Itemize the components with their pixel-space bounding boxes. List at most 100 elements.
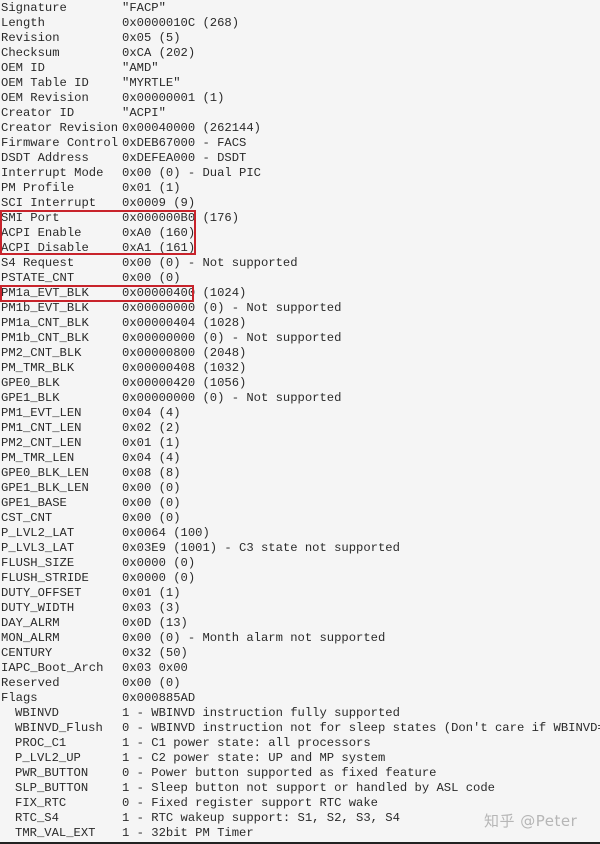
field-value: 0x03 (3) <box>122 601 181 615</box>
field-name: SMI Port <box>1 211 60 225</box>
field-name: Signature <box>1 1 67 15</box>
field-value: 0x00 (0) <box>122 481 181 495</box>
field-value: 0x03 0x00 <box>122 661 188 675</box>
field-value: "AMD" <box>122 61 159 75</box>
field-name: PM Profile <box>1 181 75 195</box>
field-value: 0x00000420 (1056) <box>122 376 247 390</box>
field-value: 0x03E9 (1001) - C3 state not supported <box>122 541 400 555</box>
table-row: Firmware Control 0xDEB67000 - FACS <box>1 136 600 151</box>
field-value: 0x00 (0) <box>122 511 181 525</box>
table-row: Length 0x0000010C (268) <box>1 16 600 31</box>
table-row: PM_TMR_LEN 0x04 (4) <box>1 451 600 466</box>
field-value: 0x0064 (100) <box>122 526 210 540</box>
field-value: 0x00000001 (1) <box>122 91 225 105</box>
field-name: CENTURY <box>1 646 53 660</box>
field-name: IAPC_Boot_Arch <box>1 661 104 675</box>
flag-name: PWR_BUTTON <box>15 766 89 780</box>
table-row: PM1a_CNT_BLK 0x00000404 (1028) <box>1 316 600 331</box>
field-value: 0x05 (5) <box>122 31 181 45</box>
field-name: Creator ID <box>1 106 75 120</box>
table-row: P_LVL2_LAT 0x0064 (100) <box>1 526 600 541</box>
field-name: DSDT Address <box>1 151 89 165</box>
field-name: GPE1_BASE <box>1 496 67 510</box>
field-value: 0x00000000 (0) - Not supported <box>122 331 342 345</box>
field-value: 0x00 (0) - Month alarm not supported <box>122 631 386 645</box>
field-name: Flags <box>1 691 38 705</box>
field-name: S4 Request <box>1 256 75 270</box>
table-row: PM1_EVT_LEN 0x04 (4) <box>1 406 600 421</box>
field-name: PSTATE_CNT <box>1 271 75 285</box>
field-value: 0x000000B0 (176) <box>122 211 240 225</box>
table-row: Creator ID "ACPI" <box>1 106 600 121</box>
field-value: 0x00 (0) - Not supported <box>122 256 298 270</box>
table-row: GPE0_BLK_LEN 0x08 (8) <box>1 466 600 481</box>
flag-name: RTC_S4 <box>15 811 59 825</box>
flag-value: 0 - WBINVD instruction not for sleep sta… <box>122 721 600 735</box>
field-name: PM1a_CNT_BLK <box>1 316 89 330</box>
field-value: 0x0000 (0) <box>122 556 196 570</box>
field-name: Revision <box>1 31 60 45</box>
table-row: PM1_CNT_LEN 0x02 (2) <box>1 421 600 436</box>
flag-name: PROC_C1 <box>15 736 67 750</box>
field-name: DUTY_OFFSET <box>1 586 82 600</box>
table-row: Checksum 0xCA (202) <box>1 46 600 61</box>
table-row: ACPI Disable 0xA1 (161) <box>1 241 600 256</box>
field-value: 0xA0 (160) <box>122 226 196 240</box>
table-row: GPE1_BLK_LEN 0x00 (0) <box>1 481 600 496</box>
field-name: GPE1_BLK <box>1 391 60 405</box>
field-name: PM1b_CNT_BLK <box>1 331 89 345</box>
watermark: 知乎 @Peter <box>484 812 578 830</box>
table-row: FLUSH_STRIDE 0x0000 (0) <box>1 571 600 586</box>
field-value: 0x01 (1) <box>122 586 181 600</box>
field-name: GPE0_BLK <box>1 376 60 390</box>
flag-value: 0 - Power button supported as fixed feat… <box>122 766 437 780</box>
flag-name: WBINVD <box>15 706 59 720</box>
field-value: 0x00000000 (0) - Not supported <box>122 301 342 315</box>
field-name: PM1_CNT_LEN <box>1 421 82 435</box>
table-row: PM2_CNT_LEN 0x01 (1) <box>1 436 600 451</box>
field-value: 0x00 (0) <box>122 676 181 690</box>
field-value: 0x00 (0) <box>122 271 181 285</box>
field-name: GPE1_BLK_LEN <box>1 481 89 495</box>
table-row: SMI Port 0x000000B0 (176) <box>1 211 600 226</box>
table-row: Signature "FACP" <box>1 1 600 16</box>
field-name: OEM Revision <box>1 91 89 105</box>
field-value: 0x01 (1) <box>122 436 181 450</box>
field-value: 0xDEFEA000 - DSDT <box>122 151 247 165</box>
flag-value: 1 - C1 power state: all processors <box>122 736 371 750</box>
field-value: 0x00 (0) <box>122 496 181 510</box>
field-value: 0xDEB67000 - FACS <box>122 136 247 150</box>
field-value: "ACPI" <box>122 106 166 120</box>
field-name: PM1b_EVT_BLK <box>1 301 89 315</box>
field-value: 0x04 (4) <box>122 406 181 420</box>
field-value: 0x00 (0) - Dual PIC <box>122 166 261 180</box>
table-row: PSTATE_CNT 0x00 (0) <box>1 271 600 286</box>
field-value: 0x0000 (0) <box>122 571 196 585</box>
field-name: Checksum <box>1 46 60 60</box>
flag-row: FIX_RTC 0 - Fixed register support RTC wa… <box>1 796 600 811</box>
table-row: PM1b_CNT_BLK 0x00000000 (0) - Not support… <box>1 331 600 346</box>
field-value: 0x00000408 (1032) <box>122 361 247 375</box>
field-value: 0x02 (2) <box>122 421 181 435</box>
flag-name: SLP_BUTTON <box>15 781 89 795</box>
field-name: CST_CNT <box>1 511 53 525</box>
field-name: P_LVL2_LAT <box>1 526 75 540</box>
table-row: IAPC_Boot_Arch 0x03 0x00 <box>1 661 600 676</box>
flag-value: 1 - RTC wakeup support: S1, S2, S3, S4 <box>122 811 400 825</box>
table-row: DUTY_OFFSET 0x01 (1) <box>1 586 600 601</box>
field-name: Firmware Control <box>1 136 119 150</box>
table-row: GPE1_BASE 0x00 (0) <box>1 496 600 511</box>
field-name: DUTY_WIDTH <box>1 601 75 615</box>
flag-name: WBINVD_Flush <box>15 721 103 735</box>
field-value: 0x08 (8) <box>122 466 181 480</box>
field-value: 0x00000400 (1024) <box>122 286 247 300</box>
table-row: GPE0_BLK 0x00000420 (1056) <box>1 376 600 391</box>
table-row: PM2_CNT_BLK 0x00000800 (2048) <box>1 346 600 361</box>
field-name: OEM ID <box>1 61 45 75</box>
table-row: DUTY_WIDTH 0x03 (3) <box>1 601 600 616</box>
table-row: FLUSH_SIZE 0x0000 (0) <box>1 556 600 571</box>
field-name: Interrupt Mode <box>1 166 104 180</box>
table-row: Creator Revision 0x00040000 (262144) <box>1 121 600 136</box>
field-name: PM1_EVT_LEN <box>1 406 82 420</box>
field-value: 0xA1 (161) <box>122 241 196 255</box>
